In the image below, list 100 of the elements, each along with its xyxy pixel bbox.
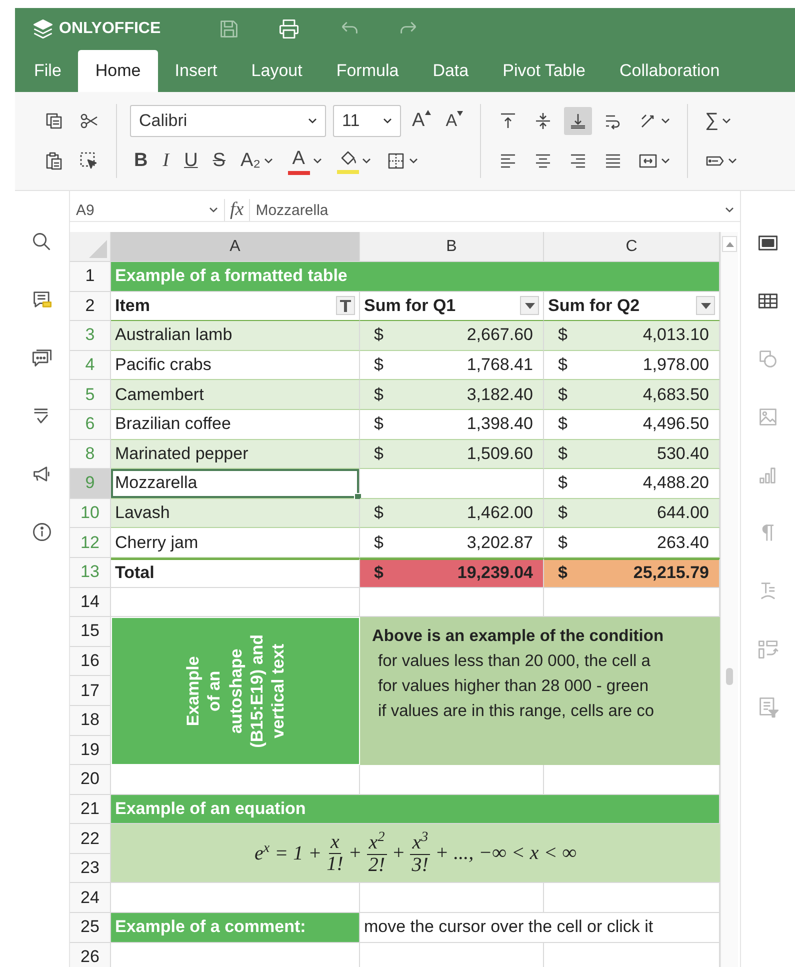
table-cell: Example of a formatted table (111, 262, 720, 292)
table-cell: Marinated pepper (111, 440, 360, 470)
scroll-up-button[interactable] (722, 236, 737, 252)
document-filter-icon (757, 696, 779, 718)
row-header[interactable]: 26 (70, 942, 111, 967)
row-header[interactable]: 16 (70, 646, 111, 676)
caret-icon (209, 207, 218, 213)
font-color-button[interactable]: A (284, 144, 326, 178)
menu-tab[interactable]: Data (416, 50, 486, 92)
menu-tab[interactable]: Collaboration (602, 50, 737, 92)
valign-bottom-button[interactable] (564, 107, 592, 135)
caret-icon (383, 118, 392, 124)
menu-tab[interactable]: Pivot Table (486, 50, 602, 92)
print-icon (278, 18, 300, 40)
cell-reference-field[interactable]: A9 (70, 199, 225, 221)
funnel-icon (340, 300, 351, 312)
row-header[interactable]: 15 (70, 617, 111, 647)
row-header[interactable]: 17 (70, 676, 111, 706)
menu-tab[interactable]: Formula (319, 50, 416, 92)
filter-button[interactable] (520, 296, 539, 316)
italic-button[interactable]: I (158, 146, 174, 176)
font-name-field[interactable]: Calibri (130, 105, 326, 137)
column-header[interactable]: A (111, 232, 360, 262)
filter-button[interactable] (336, 296, 355, 316)
table-cell: $ 1,462.00 (360, 498, 544, 528)
table-cell: $ 644.00 (544, 498, 720, 528)
table-cell: $ 3,182.40 (360, 380, 544, 410)
row-header[interactable]: 1 (70, 262, 111, 292)
scrollbar-thumb[interactable] (726, 668, 733, 685)
print-button[interactable] (278, 18, 300, 40)
table-cell: Total (111, 558, 360, 588)
vertical-scrollbar[interactable] (720, 232, 738, 967)
table-cell: $ 25,215.79 (544, 558, 720, 588)
table-cell: Mozzarella (111, 469, 360, 499)
borders-icon (386, 151, 406, 171)
search-button[interactable] (31, 231, 53, 253)
table-cell: Lavash (111, 498, 360, 528)
table-cell: Camembert (111, 380, 360, 410)
menu-tab[interactable]: File (17, 50, 78, 92)
shapes-icon (757, 348, 779, 370)
underline-button[interactable]: U (180, 146, 202, 176)
shrink-button[interactable]: A (442, 107, 468, 135)
formula-field[interactable]: Mozzarella (250, 199, 740, 221)
down-triangle-icon (457, 111, 464, 116)
text-box[interactable]: Above is an example of the condition for values less than 20 000, the cell a for values higher than 28 000 - green if values are in this range, cells are co (360, 617, 720, 766)
row-header[interactable]: 23 (70, 854, 111, 884)
text-box-line: Above is an example of the condition (372, 627, 665, 646)
table-cell: $ 4,013.10 (544, 321, 720, 351)
font-size-field[interactable]: 11 (333, 105, 401, 137)
info-icon (31, 521, 53, 543)
text-box-line: for values higher than 28 000 - green (377, 677, 650, 696)
layers-icon (32, 18, 54, 40)
image-icon (757, 406, 779, 428)
table-cell: $ 4,683.50 (544, 380, 720, 410)
table-cell: Cherry jam (111, 528, 360, 558)
row-header[interactable]: 19 (70, 736, 111, 766)
down-triangle-icon (524, 302, 534, 309)
row-header[interactable]: 25 (70, 913, 111, 943)
search-icon (31, 231, 53, 253)
info-button[interactable] (31, 521, 53, 543)
chat-button[interactable] (31, 347, 53, 369)
up-triangle-icon (424, 110, 431, 115)
app-name: ONLYOFFICE (59, 20, 161, 38)
down-triangle-icon (700, 302, 710, 309)
paste-icon (44, 151, 64, 171)
save-icon (218, 18, 240, 40)
table-cell: Example of an equation (111, 794, 720, 824)
row-header[interactable]: 2 (70, 292, 111, 322)
grow-button[interactable]: A (408, 106, 435, 136)
sum-button[interactable]: ∑ (701, 106, 735, 136)
up-triangle-icon (726, 242, 734, 246)
text-box-line: for values less than 20 000, the cell a (377, 652, 652, 672)
bold-button[interactable]: B (130, 146, 152, 176)
table-cell: $ 530.40 (544, 440, 720, 470)
column-header[interactable]: C (544, 232, 720, 262)
caret-icon (725, 207, 734, 213)
scissors-icon (79, 111, 99, 131)
column-header[interactable]: B (360, 232, 544, 262)
pivot-icon (757, 638, 779, 660)
table-cell: Example of a comment: (111, 913, 360, 943)
caret-icon (308, 118, 317, 124)
menu-tab[interactable]: Layout (234, 50, 320, 92)
table-cell: move the cursor over the cell or click it (360, 913, 720, 943)
menu-tab[interactable]: Home (78, 50, 158, 92)
row-header[interactable]: 24 (70, 883, 111, 914)
vertical-text: Example of an autoshape (B15:E19) and vertical text (182, 634, 288, 748)
select-cursor-icon (79, 151, 99, 171)
row-header[interactable]: 20 (70, 765, 111, 795)
table-cell: $ 1,509.60 (360, 440, 544, 470)
strike-button[interactable]: S (208, 146, 230, 176)
function-button[interactable]: fx (225, 199, 250, 221)
filter-button[interactable] (696, 296, 715, 316)
table-cell: Australian lamb (111, 321, 360, 351)
row-header[interactable]: 21 (70, 794, 111, 824)
menu-tab[interactable]: Insert (158, 50, 234, 92)
copy-icon (44, 111, 64, 131)
row-header[interactable]: 18 (70, 706, 111, 736)
subscript-button[interactable]: A₂ (236, 146, 277, 176)
row-header[interactable]: 22 (70, 824, 111, 854)
row-header[interactable]: 14 (70, 588, 111, 618)
